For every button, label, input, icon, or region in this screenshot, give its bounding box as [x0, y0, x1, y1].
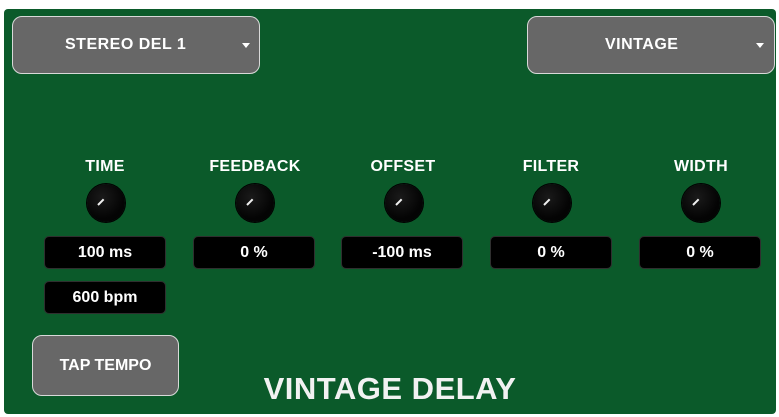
type-dropdown-label: VINTAGE [605, 36, 679, 53]
time-knob[interactable] [87, 184, 125, 222]
knob-pointer [543, 198, 551, 206]
caret-down-icon [242, 43, 250, 48]
preset-dropdown-label: STEREO DEL 1 [65, 36, 187, 53]
feedback-value-field[interactable]: 0 % [193, 236, 315, 269]
time-value-field[interactable]: 100 ms [44, 236, 166, 269]
filter-knob[interactable] [533, 184, 571, 222]
param-filter-label: FILTER [522, 158, 580, 175]
preset-dropdown[interactable]: STEREO DEL 1 [12, 16, 260, 74]
type-dropdown[interactable]: VINTAGE [527, 16, 775, 74]
param-time-label: TIME [85, 158, 125, 175]
feedback-knob[interactable] [236, 184, 274, 222]
offset-knob[interactable] [385, 184, 423, 222]
width-value-field[interactable]: 0 % [639, 236, 761, 269]
width-knob[interactable] [682, 184, 720, 222]
filter-value-field[interactable]: 0 % [490, 236, 612, 269]
param-offset-label: OFFSET [370, 158, 436, 175]
offset-value-field[interactable]: -100 ms [341, 236, 463, 269]
tap-tempo-button[interactable]: TAP TEMPO [32, 335, 179, 396]
knob-pointer [692, 198, 700, 206]
time-bpm-field[interactable]: 600 bpm [44, 281, 166, 314]
knob-pointer [246, 198, 254, 206]
knob-pointer [395, 198, 403, 206]
param-feedback-label: FEEDBACK [209, 158, 301, 175]
caret-down-icon [756, 43, 764, 48]
knob-pointer [97, 198, 105, 206]
effect-title: VINTAGE DELAY [263, 371, 517, 406]
param-width-label: WIDTH [674, 158, 728, 175]
